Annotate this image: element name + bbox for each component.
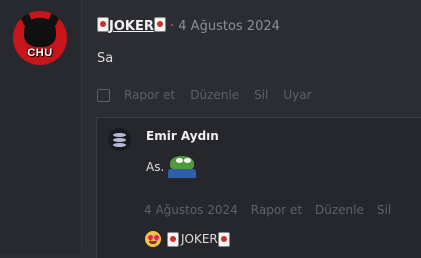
playing-card-icon <box>153 17 166 32</box>
playing-card-icon <box>97 17 109 32</box>
user-sidebar: CHU <box>0 0 82 254</box>
report-link[interactable]: Rapor et <box>124 88 175 102</box>
avatar-eye-right <box>13 17 19 23</box>
post-date[interactable]: 4 Ağustos 2024 <box>178 19 280 34</box>
reaction-row[interactable]: JOKER <box>145 231 232 247</box>
avatar-swirl <box>113 133 126 137</box>
reply-report-link[interactable]: Rapor et <box>251 203 302 217</box>
reply-date[interactable]: 4 Ağustos 2024 <box>144 203 238 217</box>
reply-text: As. <box>146 160 165 174</box>
post-body: Sa <box>97 51 114 66</box>
delete-link[interactable]: Sil <box>254 88 268 102</box>
avatar-face <box>24 18 56 47</box>
post-header: JOKER · 4 Ağustos 2024 <box>97 17 280 34</box>
warn-link[interactable]: Uyar <box>283 88 311 102</box>
playing-card-icon <box>167 231 179 247</box>
heart-eyes-emoji-icon <box>145 231 161 247</box>
pepe-emoji-icon <box>168 156 198 178</box>
post-author[interactable]: JOKER <box>109 19 154 34</box>
reply-actions: 4 Ağustos 2024 Rapor et Düzenle Sil <box>144 203 404 217</box>
avatar-swirl <box>113 143 126 147</box>
post-separator: · <box>170 19 175 34</box>
playing-card-icon <box>217 231 230 247</box>
reply-post: Emir Aydın As. 4 Ağustos 2024 Rapor et D… <box>96 117 421 258</box>
select-checkbox[interactable] <box>97 88 110 102</box>
reply-edit-link[interactable]: Düzenle <box>315 203 364 217</box>
avatar-text: CHU <box>27 47 53 59</box>
reaction-user[interactable]: JOKER <box>181 232 218 246</box>
edit-link[interactable]: Düzenle <box>190 88 239 102</box>
reply-delete-link[interactable]: Sil <box>377 203 391 217</box>
reply-body: As. <box>146 156 198 178</box>
user-avatar[interactable]: CHU <box>13 11 67 65</box>
avatar-eye-left <box>13 11 19 17</box>
post-actions: Rapor et Düzenle Sil Uyar <box>97 88 327 102</box>
avatar-swirl <box>113 138 126 142</box>
reply-avatar[interactable] <box>108 128 131 151</box>
reply-author[interactable]: Emir Aydın <box>146 129 219 143</box>
